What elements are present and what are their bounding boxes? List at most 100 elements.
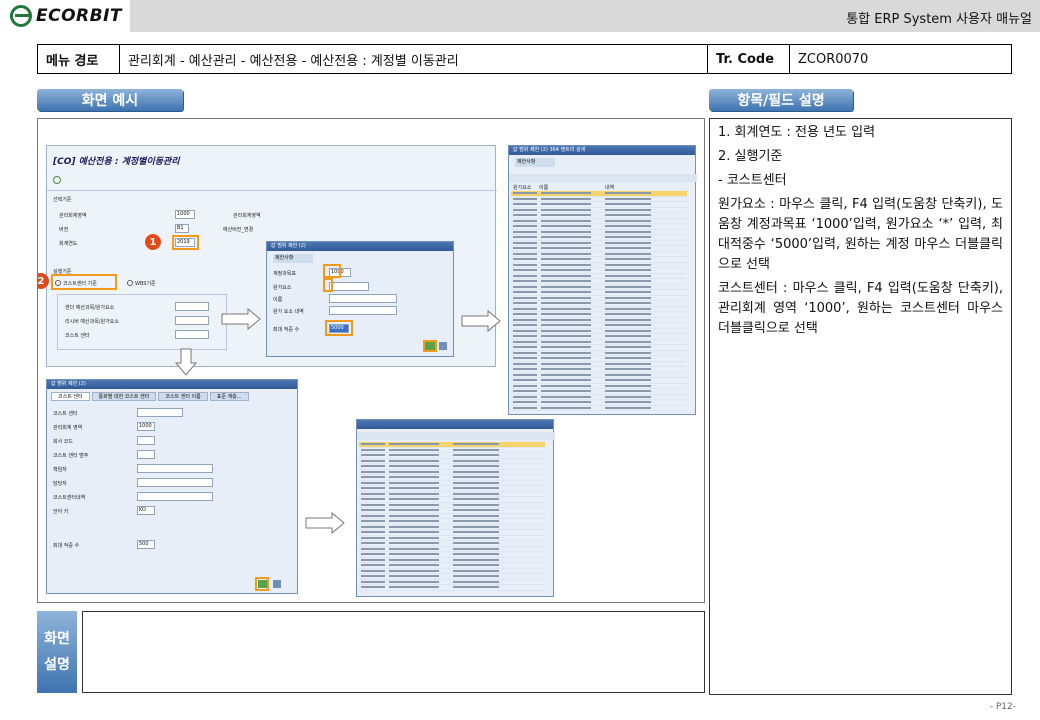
list-row[interactable] xyxy=(359,585,545,591)
popup2-field-label: 관리회계 영역 xyxy=(53,425,83,431)
version-field[interactable]: B1 xyxy=(175,224,189,233)
popup-restriction-2: 값 범위 제한 (2) 코스트 센터 통화별 대한 코스트 센터 코스트 센터 이름… xyxy=(46,379,298,594)
popup2-field-label: 코스트 센터 범주 xyxy=(53,453,89,459)
popup2-field-label: 최대 적중 수 xyxy=(53,543,80,549)
company-logo: ECORBIT xyxy=(0,0,130,32)
list1-tab[interactable]: 제한사항 xyxy=(515,158,555,167)
popup2-tabs: 코스트 센터 통화별 대한 코스트 센터 코스트 센터 이름 표준 계층... xyxy=(51,392,249,401)
field-item-1: 1. 회계연도 : 전용 년도 입력 xyxy=(718,125,876,140)
radio-wbs[interactable] xyxy=(127,280,133,286)
sap-screen-title: [CO] 예산전용 : 계정별이동관리 xyxy=(53,157,180,167)
list2-rows xyxy=(359,442,545,591)
popup-restriction-1: 값 범위 제한 (2) 제한사항 계정과목표 1000 원가요소 * 이름 원가… xyxy=(266,241,454,357)
page-number: - P12- xyxy=(989,702,1016,712)
highlight-popup1-f2 xyxy=(323,278,333,292)
popup1-title: 값 범위 제한 (2) xyxy=(267,242,453,251)
menu-path-value: 관리회계 - 예산관리 - 예산전용 - 예산전용 : 계정별 이동관리 xyxy=(120,45,708,73)
cost-center-field[interactable] xyxy=(175,330,209,339)
popup2-cancel-button[interactable] xyxy=(273,580,281,588)
arrow-down-icon xyxy=(174,348,198,376)
receiver-field[interactable] xyxy=(175,316,209,325)
sender-label: 센더 예산과목/원가요소 xyxy=(65,305,115,311)
controlling-area-desc: 관리회계영역 xyxy=(233,213,261,219)
popup2-field-label: 코스트 센터 xyxy=(53,411,78,417)
menu-path-table: 메뉴 경로 관리회계 - 예산관리 - 예산전용 - 예산전용 : 계정별 이동… xyxy=(37,44,1012,74)
popup1-f4-label: 원가 요소 내역 xyxy=(273,309,304,315)
popup1-cancel-button[interactable] xyxy=(439,342,447,350)
popup1-f1-label: 계정과목표 xyxy=(273,271,297,277)
controlling-area-field[interactable]: 1000 xyxy=(175,210,195,219)
screen-description-heading: 화면 설명 xyxy=(37,611,77,693)
popup2-field-label: 회사 코드 xyxy=(53,439,73,445)
screen-description-box xyxy=(82,611,705,693)
list1-col2: 이름 xyxy=(539,185,549,191)
highlight-cost-center xyxy=(51,274,117,290)
radio-wbs-label: WBS기준 xyxy=(135,281,156,287)
popup2-ok-button[interactable] xyxy=(258,580,267,588)
desc-label-line2: 설명 xyxy=(44,657,70,673)
list1-rows xyxy=(511,191,687,411)
field-item-2: 2. 실행기준 xyxy=(718,149,783,164)
popup1-f3-field[interactable] xyxy=(329,294,397,303)
arrow-right-icon xyxy=(461,309,501,333)
highlight-popup1-f1 xyxy=(323,264,341,278)
popup2-tab[interactable]: 코스트 센터 xyxy=(51,392,90,401)
popup1-tab[interactable]: 제한사항 xyxy=(273,254,313,263)
arrow-right-icon xyxy=(221,307,261,331)
version-label: 버전 xyxy=(59,227,69,233)
header-title-bar: 통합 ERP System 사용자 매뉴얼 xyxy=(130,0,1040,32)
page-header: ECORBIT 통합 ERP System 사용자 매뉴얼 xyxy=(0,0,1040,32)
popup2-field-label: 언어 키 xyxy=(53,509,69,515)
popup2-field-input[interactable] xyxy=(137,450,155,459)
popup2-field-input[interactable]: 500 xyxy=(137,540,155,549)
desc-label-line1: 화면 xyxy=(44,631,70,647)
step-badge-2: 2 xyxy=(38,273,49,289)
popup2-field-input[interactable] xyxy=(137,464,213,473)
field-para-cost-element: 원가요소 : 마우스 클릭, F4 입력(도움창 단축키), 도움창 계정과목표… xyxy=(718,197,1003,272)
popup2-tab[interactable]: 코스트 센터 이름 xyxy=(158,392,208,401)
screen-example-box: [CO] 예산전용 : 계정별이동관리 선택기준 관리회계영역 1000 관리회… xyxy=(37,118,705,603)
popup2-field-input[interactable] xyxy=(137,436,155,445)
list1-col1: 원가요소 xyxy=(513,185,532,191)
screen-example-heading: 화면 예시 xyxy=(37,89,183,111)
tr-code-label: Tr. Code xyxy=(708,45,790,73)
field-item-2-sub: - 코스트센터 xyxy=(718,173,787,188)
menu-path-label: 메뉴 경로 xyxy=(38,45,120,73)
popup1-f4-field[interactable] xyxy=(329,306,397,315)
logo-text: ECORBIT xyxy=(36,6,123,26)
popup2-field-label: 책임자 xyxy=(53,467,67,473)
popup2-field-input[interactable] xyxy=(137,408,183,417)
cost-center-label: 코스트 센터 xyxy=(65,333,90,339)
manual-title: 통합 ERP System 사용자 매뉴얼 xyxy=(846,12,1032,27)
controlling-area-label: 관리회계영역 xyxy=(59,213,87,219)
field-para-cost-center: 코스트센터 : 마우스 클릭, F4 입력(도움창 단축키), 관리회계 영역 … xyxy=(718,281,1003,336)
logo-mark-icon xyxy=(10,5,32,27)
tr-code-value: ZCOR0070 xyxy=(798,51,869,67)
popup1-ok-button[interactable] xyxy=(425,342,435,350)
list1-col3: 내역 xyxy=(605,185,615,191)
version-desc: 예산버전_변경 xyxy=(223,227,254,233)
popup2-field-input[interactable] xyxy=(137,478,213,487)
arrow-right-icon xyxy=(305,511,345,535)
popup2-field-input[interactable] xyxy=(137,492,213,501)
popup1-f2-field[interactable]: * xyxy=(329,282,369,291)
popup2-tab[interactable]: 통화별 대한 코스트 센터 xyxy=(91,392,157,401)
list-restriction-1: 값 범위 제한 (2) 364 엔트리 검색 제한사항 원가요소 이름 내역 xyxy=(508,145,697,415)
popup2-field-input[interactable]: KO xyxy=(137,506,155,515)
list2-toolbar xyxy=(357,432,555,440)
receiver-label: 리시버 예산과목/원가요소 xyxy=(65,319,119,325)
popup2-title: 값 범위 제한 (2) xyxy=(47,380,297,389)
execute-icon[interactable] xyxy=(53,176,61,184)
list1-title: 값 범위 제한 (2) 364 엔트리 검색 xyxy=(509,146,695,155)
popup1-f2-label: 원가요소 xyxy=(273,285,292,291)
popup2-field-label: 코스트센터내역 xyxy=(53,495,86,501)
popup1-f3-label: 이름 xyxy=(273,297,283,303)
highlight-popup1-f5 xyxy=(325,320,353,336)
popup1-f5-label: 최대 적중 수 xyxy=(273,327,300,333)
list-row[interactable] xyxy=(511,406,687,411)
sender-field[interactable] xyxy=(175,302,209,311)
popup2-field-input[interactable]: 1000 xyxy=(137,422,155,431)
popup2-field-label: 담당자 xyxy=(53,481,67,487)
highlight-fiscal-year xyxy=(172,235,199,250)
popup2-tab[interactable]: 표준 계층... xyxy=(209,392,249,401)
